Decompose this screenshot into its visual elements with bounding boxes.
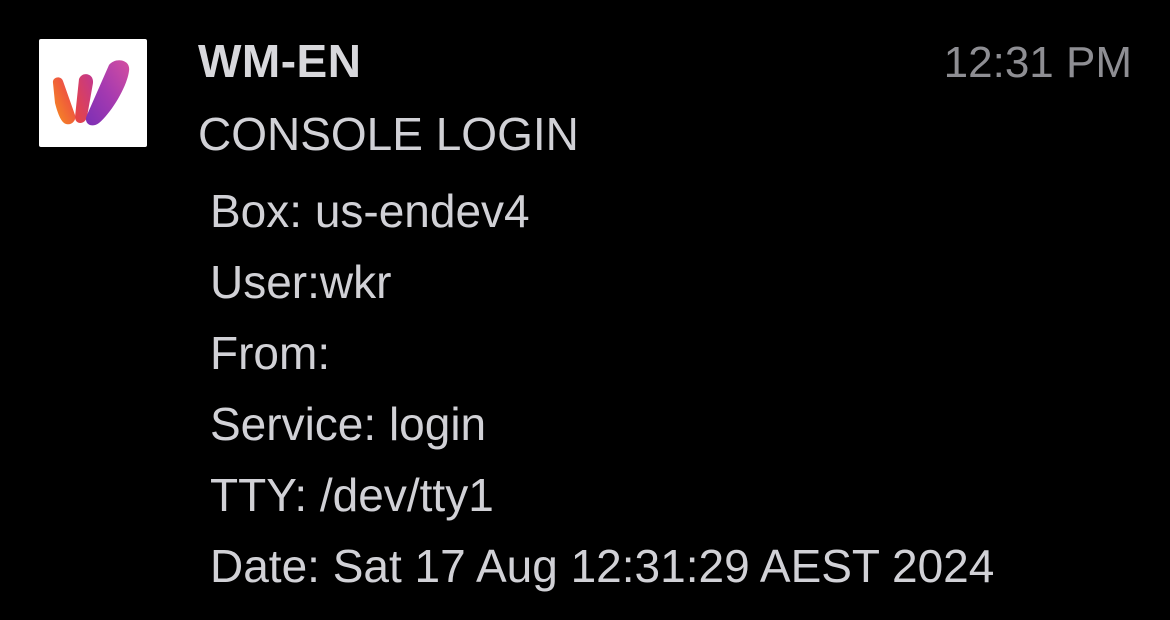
- notification-time: 12:31 PM: [943, 38, 1132, 87]
- app-name: WM-EN: [198, 35, 362, 87]
- body-line-box: Box: us-endev4: [210, 185, 530, 237]
- notification-title: CONSOLE LOGIN: [198, 108, 579, 160]
- body-line-user: User:wkr: [210, 256, 392, 308]
- body-line-service: Service: login: [210, 398, 487, 450]
- body-line-from: From:: [210, 327, 331, 379]
- notification-body: Box: us-endev4 User:wkr From: Service: l…: [210, 176, 994, 602]
- notification-card[interactable]: WM-EN 12:31 PM CONSOLE LOGIN Box: us-end…: [0, 0, 1170, 620]
- wm-logo-icon: [39, 39, 147, 147]
- body-line-tty: TTY: /dev/tty1: [210, 469, 494, 521]
- body-line-date: Date: Sat 17 Aug 12:31:29 AEST 2024: [210, 540, 995, 592]
